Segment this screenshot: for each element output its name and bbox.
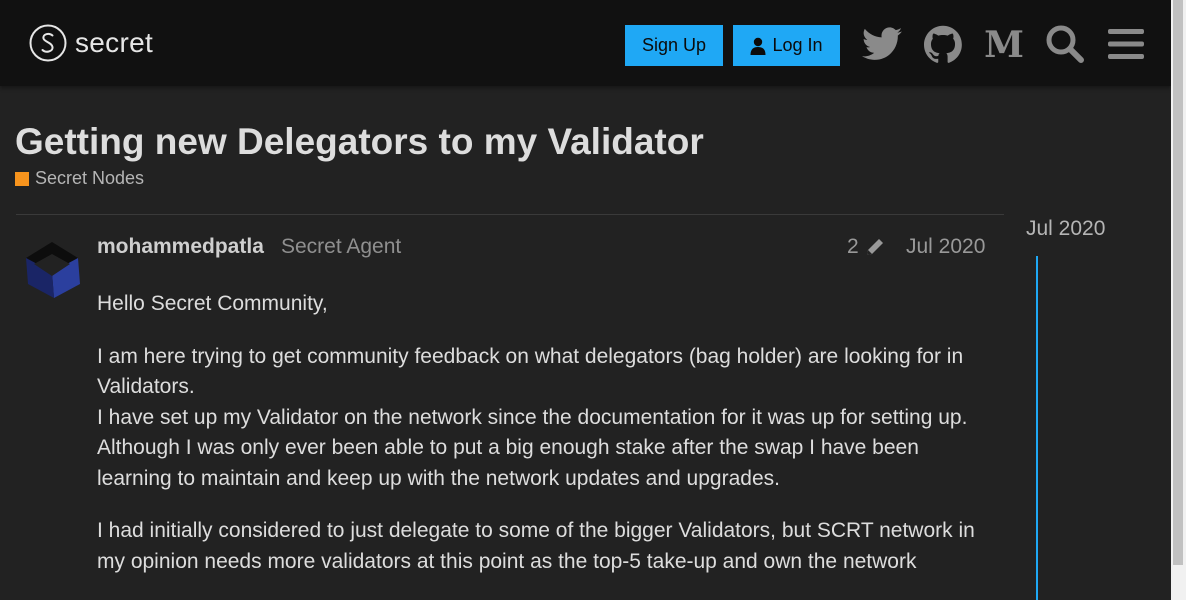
post-paragraph: Although I was only ever been able to pu… — [97, 436, 919, 490]
post-paragraph: I had initially considered to just deleg… — [97, 519, 975, 573]
site-header: secret Sign Up Log In M — [0, 0, 1171, 86]
post-paragraph: I have set up my Validator on the networ… — [97, 405, 968, 429]
github-icon[interactable] — [922, 23, 964, 65]
site-logo[interactable]: secret — [29, 24, 153, 62]
secret-logo-icon — [29, 24, 67, 62]
twitter-icon[interactable] — [861, 23, 903, 65]
category-badge[interactable]: Secret Nodes — [15, 168, 144, 189]
avatar[interactable] — [24, 240, 80, 300]
sign-up-button[interactable]: Sign Up — [625, 25, 723, 66]
post-paragraph: I am here trying to get community feedba… — [97, 344, 964, 399]
topic-title[interactable]: Getting new Delegators to my Validator — [15, 121, 704, 163]
post-paragraph: Hello Secret Community, — [97, 292, 328, 315]
svg-text:M: M — [984, 27, 1024, 61]
medium-icon[interactable]: M — [983, 23, 1025, 65]
edit-history-button[interactable]: 2 — [847, 235, 885, 259]
timeline-date[interactable]: Jul 2020 — [1026, 217, 1105, 241]
sign-up-label: Sign Up — [641, 35, 707, 55]
post-paragraph-group: I am here trying to get community feedba… — [97, 342, 992, 495]
pencil-icon — [866, 239, 883, 255]
post-date[interactable]: Jul 2020 — [906, 235, 985, 259]
scrollbar-thumb[interactable] — [1173, 0, 1183, 565]
post-username[interactable]: mohammedpatla — [97, 235, 264, 259]
logo-text: secret — [75, 27, 154, 58]
page-scrollbar[interactable] — [1171, 0, 1186, 600]
hamburger-menu-icon[interactable] — [1105, 23, 1147, 65]
user-icon — [750, 37, 766, 55]
edit-count: 2 — [847, 235, 859, 258]
post-body: Hello Secret Community, I am here trying… — [97, 289, 992, 599]
post-user-title: Secret Agent — [281, 235, 402, 258]
search-icon[interactable] — [1044, 23, 1086, 65]
category-label: Secret Nodes — [35, 168, 145, 188]
title-divider — [16, 214, 1004, 215]
category-color-swatch — [15, 171, 29, 186]
log-in-label: Log In — [772, 35, 823, 55]
timeline-scroller-line[interactable] — [1036, 256, 1038, 600]
log-in-button[interactable]: Log In — [733, 25, 840, 66]
